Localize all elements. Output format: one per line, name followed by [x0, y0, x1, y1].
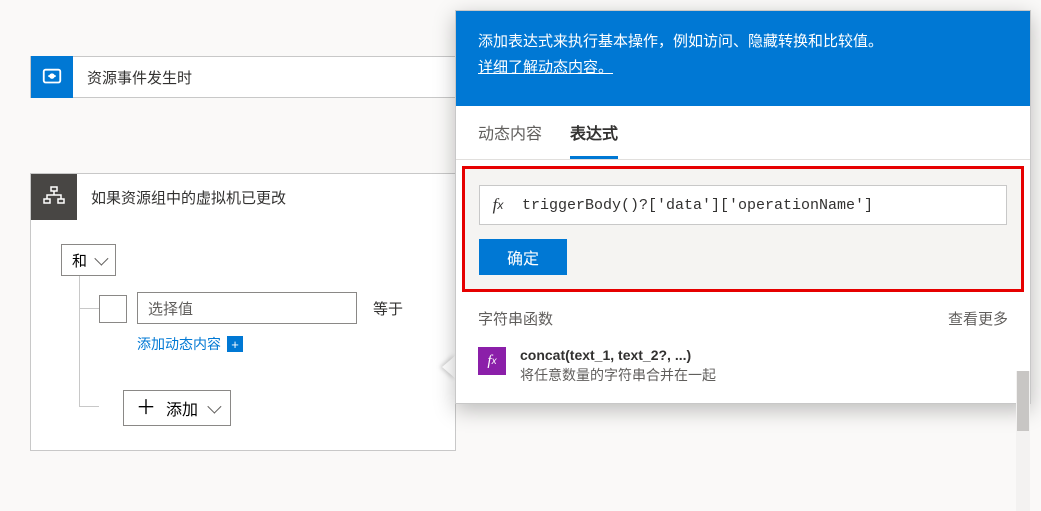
operator-label: 等于 — [373, 298, 403, 319]
condition-header[interactable]: 如果资源组中的虚拟机已更改 — [31, 174, 455, 220]
condition-row: 选择值 添加动态内容 + 等于 — [99, 292, 403, 354]
trigger-card[interactable]: 资源事件发生时 — [30, 56, 456, 98]
expression-input[interactable] — [516, 197, 1006, 214]
value-input[interactable]: 选择值 — [137, 292, 357, 324]
function-item[interactable]: fx concat(text_1, text_2?, ...) 将任意数量的字符… — [456, 341, 1030, 403]
category-header: 字符串函数 查看更多 — [456, 298, 1030, 341]
trigger-title: 资源事件发生时 — [73, 67, 192, 88]
condition-card: 如果资源组中的虚拟机已更改 和 选择值 添加动态内容 + — [30, 173, 456, 451]
chevron-down-icon — [207, 400, 221, 414]
fx-icon: fx — [480, 195, 516, 215]
add-label: 添加 — [166, 396, 198, 420]
expression-popup: 添加表达式来执行基本操作，例如访问、隐藏转换和比较值。 详细了解动态内容。 动态… — [455, 10, 1031, 404]
popup-tabs: 动态内容 表达式 — [456, 106, 1030, 160]
chevron-down-icon — [94, 252, 108, 266]
plus-badge-icon: + — [227, 336, 243, 352]
and-label: 和 — [72, 250, 87, 271]
popup-header: 添加表达式来执行基本操作，例如访问、隐藏转换和比较值。 详细了解动态内容。 — [456, 11, 1030, 106]
fx-icon: fx — [478, 347, 506, 375]
and-operator-dropdown[interactable]: 和 — [61, 244, 116, 276]
value-placeholder: 选择值 — [148, 298, 193, 319]
tab-dynamic-content[interactable]: 动态内容 — [478, 120, 542, 159]
see-more-link[interactable]: 查看更多 — [948, 308, 1008, 329]
scroll-thumb[interactable] — [1017, 371, 1029, 431]
row-checkbox[interactable] — [99, 295, 127, 323]
add-button[interactable]: ＋ 添加 — [123, 390, 231, 426]
tree-line — [79, 406, 99, 407]
learn-more-link[interactable]: 详细了解动态内容。 — [478, 59, 613, 76]
plus-icon: ＋ — [136, 398, 156, 418]
category-title: 字符串函数 — [478, 308, 553, 329]
tree-line — [79, 276, 80, 406]
tree-line — [79, 308, 99, 309]
condition-body: 和 选择值 添加动态内容 + 等于 — [31, 220, 455, 450]
function-signature: concat(text_1, text_2?, ...) — [520, 347, 716, 363]
tab-expression[interactable]: 表达式 — [570, 120, 618, 159]
flyout-pointer — [442, 355, 456, 379]
dyn-link-text: 添加动态内容 — [137, 334, 221, 354]
popup-intro: 添加表达式来执行基本操作，例如访问、隐藏转换和比较值。 — [478, 33, 883, 50]
add-dynamic-content-link[interactable]: 添加动态内容 + — [137, 334, 357, 354]
condition-title: 如果资源组中的虚拟机已更改 — [77, 187, 286, 208]
ok-button[interactable]: 确定 — [479, 239, 567, 275]
event-grid-icon — [31, 56, 73, 98]
scrollbar[interactable] — [1016, 371, 1030, 511]
condition-icon — [31, 174, 77, 220]
function-description: 将任意数量的字符串合并在一起 — [520, 365, 716, 385]
expression-area: fx 确定 — [462, 166, 1024, 292]
expression-input-wrap: fx — [479, 185, 1007, 225]
